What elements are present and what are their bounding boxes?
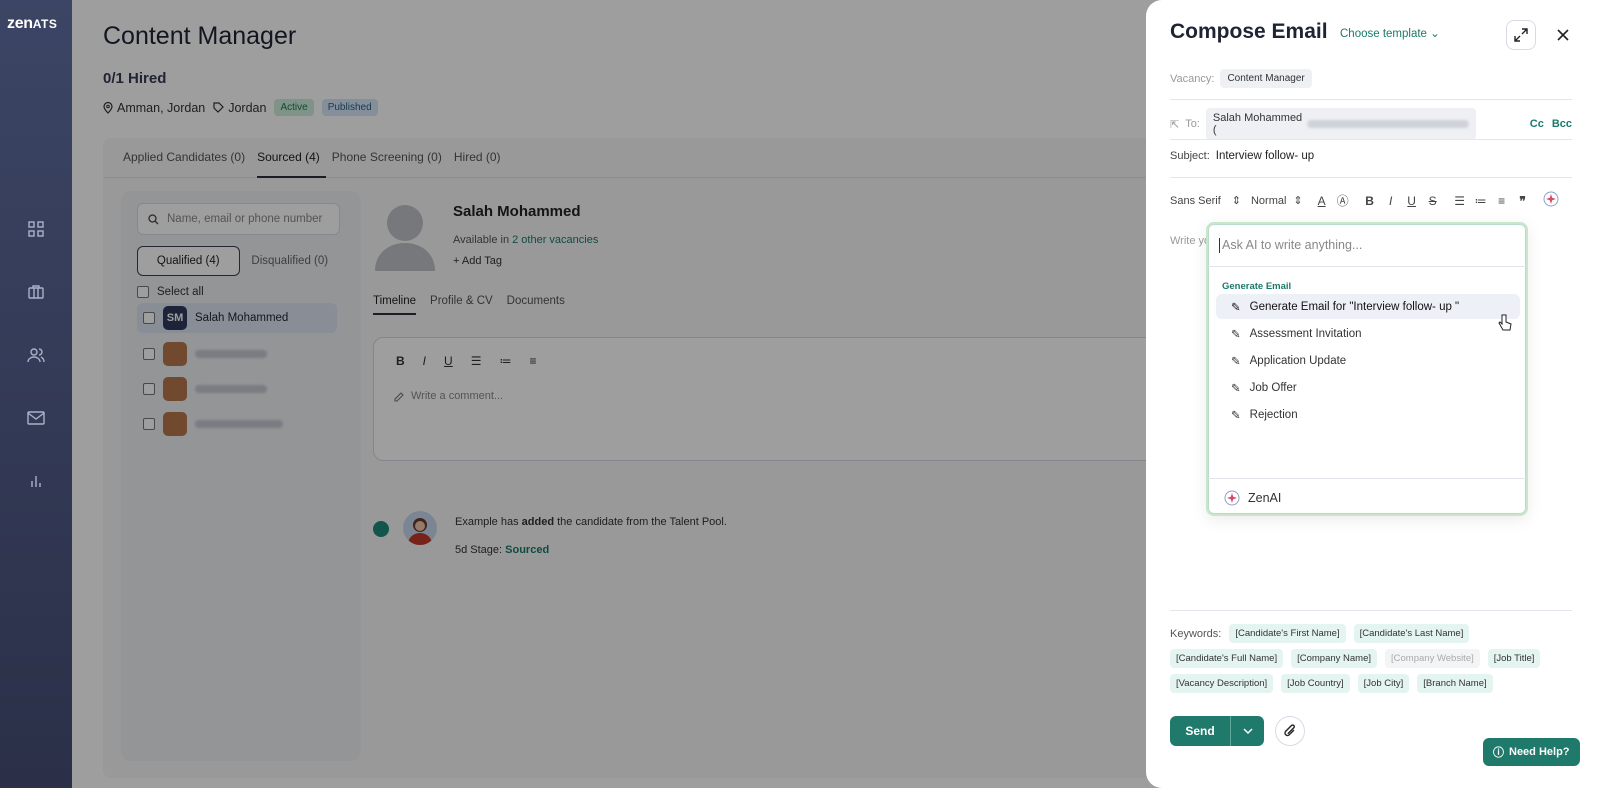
font-family-select[interactable]: Sans Serif ⇕ bbox=[1170, 194, 1241, 208]
email-body-placeholder[interactable]: Write yo bbox=[1170, 235, 1210, 247]
feather-icon: ✎ bbox=[1231, 382, 1241, 395]
recipient-email-redacted bbox=[1306, 120, 1469, 128]
keyword-chip[interactable]: [Candidate's Full Name] bbox=[1170, 649, 1284, 668]
keyword-chip[interactable]: [Job Title] bbox=[1487, 649, 1541, 668]
keyword-chip[interactable]: [Candidate's Last Name] bbox=[1353, 624, 1470, 643]
collapse-icon[interactable]: ⇱ bbox=[1170, 118, 1179, 131]
users-icon[interactable] bbox=[25, 344, 47, 366]
zenai-footer: ZenAI bbox=[1224, 490, 1281, 506]
keyword-chip[interactable]: [Candidate's First Name] bbox=[1229, 624, 1346, 643]
bold-icon[interactable]: B bbox=[1363, 194, 1377, 208]
paperclip-icon bbox=[1284, 724, 1295, 737]
send-group: Send bbox=[1170, 716, 1264, 746]
keyword-chip[interactable]: [Company Website] bbox=[1385, 649, 1480, 668]
chart-icon[interactable] bbox=[25, 470, 47, 492]
ai-sparkle-icon[interactable] bbox=[1543, 191, 1559, 210]
divider bbox=[1170, 139, 1572, 140]
drawer-title: Compose Email bbox=[1170, 20, 1328, 43]
to-row: ⇱ To: Salah Mohammed ( Cc Bcc bbox=[1170, 108, 1572, 140]
divider bbox=[1170, 610, 1572, 611]
keywords-label: Keywords: bbox=[1170, 627, 1222, 640]
align-icon[interactable]: ≡ bbox=[1495, 194, 1509, 208]
text-color-icon[interactable]: A bbox=[1315, 194, 1329, 208]
keyword-chip[interactable]: [Company Name] bbox=[1291, 649, 1378, 668]
keyword-chip[interactable]: [Vacancy Description] bbox=[1170, 674, 1274, 693]
send-button[interactable]: Send bbox=[1170, 716, 1230, 746]
question-icon: ⓘ bbox=[1493, 747, 1504, 759]
expand-icon bbox=[1514, 28, 1528, 42]
cc-bcc: Cc Bcc bbox=[1530, 118, 1572, 130]
logo[interactable]: zenATS bbox=[7, 15, 57, 33]
choose-template-dropdown[interactable]: Choose template ⌄ bbox=[1340, 26, 1440, 40]
expand-button[interactable] bbox=[1506, 20, 1536, 50]
close-button[interactable] bbox=[1550, 22, 1576, 48]
divider bbox=[1208, 266, 1526, 267]
numbered-list-icon[interactable]: ≔ bbox=[1474, 194, 1488, 208]
ai-item-job-offer[interactable]: ✎ Job Offer bbox=[1216, 375, 1520, 400]
ai-item-rejection[interactable]: ✎ Rejection bbox=[1216, 402, 1520, 427]
bullet-list-icon[interactable]: ☰ bbox=[1453, 194, 1467, 208]
cc-button[interactable]: Cc bbox=[1530, 118, 1544, 130]
feather-icon: ✎ bbox=[1231, 409, 1241, 422]
highlight-icon[interactable]: Ⓐ bbox=[1336, 192, 1350, 209]
font-size-select[interactable]: Normal ⇕ bbox=[1251, 194, 1303, 208]
italic-icon[interactable]: I bbox=[1384, 194, 1398, 208]
quote-icon[interactable]: ❞ bbox=[1516, 194, 1530, 208]
divider bbox=[1208, 478, 1526, 479]
feather-icon: ✎ bbox=[1231, 301, 1241, 314]
ai-sparkle-icon bbox=[1224, 490, 1240, 506]
hand-pointer-icon bbox=[1498, 314, 1512, 337]
mail-icon[interactable] bbox=[25, 407, 47, 429]
need-help-button[interactable]: ⓘ Need Help? bbox=[1483, 738, 1580, 766]
close-icon bbox=[1557, 29, 1569, 41]
keyword-chip[interactable]: [Job City] bbox=[1357, 674, 1410, 693]
email-toolbar: Sans Serif ⇕ Normal ⇕ A Ⓐ B I U S ☰ ≔ ≡ … bbox=[1170, 191, 1572, 210]
keyword-chip[interactable]: [Branch Name] bbox=[1417, 674, 1493, 693]
briefcase-icon[interactable] bbox=[25, 281, 47, 303]
feather-icon: ✎ bbox=[1231, 328, 1241, 341]
send-options-button[interactable] bbox=[1230, 716, 1264, 746]
divider bbox=[1170, 99, 1572, 100]
subject-input[interactable]: Interview follow- up bbox=[1216, 150, 1314, 162]
ai-assistant-popup: Ask AI to write anything... Generate Ema… bbox=[1206, 222, 1528, 516]
bcc-button[interactable]: Bcc bbox=[1552, 118, 1572, 130]
divider bbox=[1170, 177, 1572, 178]
keyword-chip[interactable]: [Job Country] bbox=[1281, 674, 1350, 693]
subject-row: Subject: Interview follow- up bbox=[1170, 150, 1315, 162]
chevron-down-icon: ⌄ bbox=[1430, 28, 1440, 40]
chevron-down-icon bbox=[1242, 728, 1253, 734]
ai-item-application-update[interactable]: ✎ Application Update bbox=[1216, 348, 1520, 373]
ai-group-label: Generate Email bbox=[1222, 281, 1292, 292]
ai-item-assessment-invitation[interactable]: ✎ Assessment Invitation bbox=[1216, 321, 1520, 346]
attach-button[interactable] bbox=[1275, 716, 1305, 746]
underline-icon[interactable]: U bbox=[1405, 194, 1419, 208]
ai-prompt-input[interactable]: Ask AI to write anything... bbox=[1218, 238, 1362, 253]
left-nav: zenATS bbox=[0, 0, 72, 788]
vacancy-row: Vacancy: Content Manager bbox=[1170, 69, 1572, 88]
compose-email-drawer: Compose Email Choose template ⌄ Vacancy:… bbox=[1146, 0, 1600, 788]
recipient-chip[interactable]: Salah Mohammed ( bbox=[1205, 108, 1476, 140]
feather-icon: ✎ bbox=[1231, 355, 1241, 368]
keywords-section: Keywords: [Candidate's First Name] [Cand… bbox=[1170, 624, 1580, 699]
vacancy-chip: Content Manager bbox=[1220, 69, 1312, 88]
grid-icon[interactable] bbox=[25, 218, 47, 240]
ai-item-generate-email[interactable]: ✎ Generate Email for "Interview follow- u… bbox=[1216, 294, 1520, 319]
strikethrough-icon[interactable]: S bbox=[1426, 194, 1440, 208]
